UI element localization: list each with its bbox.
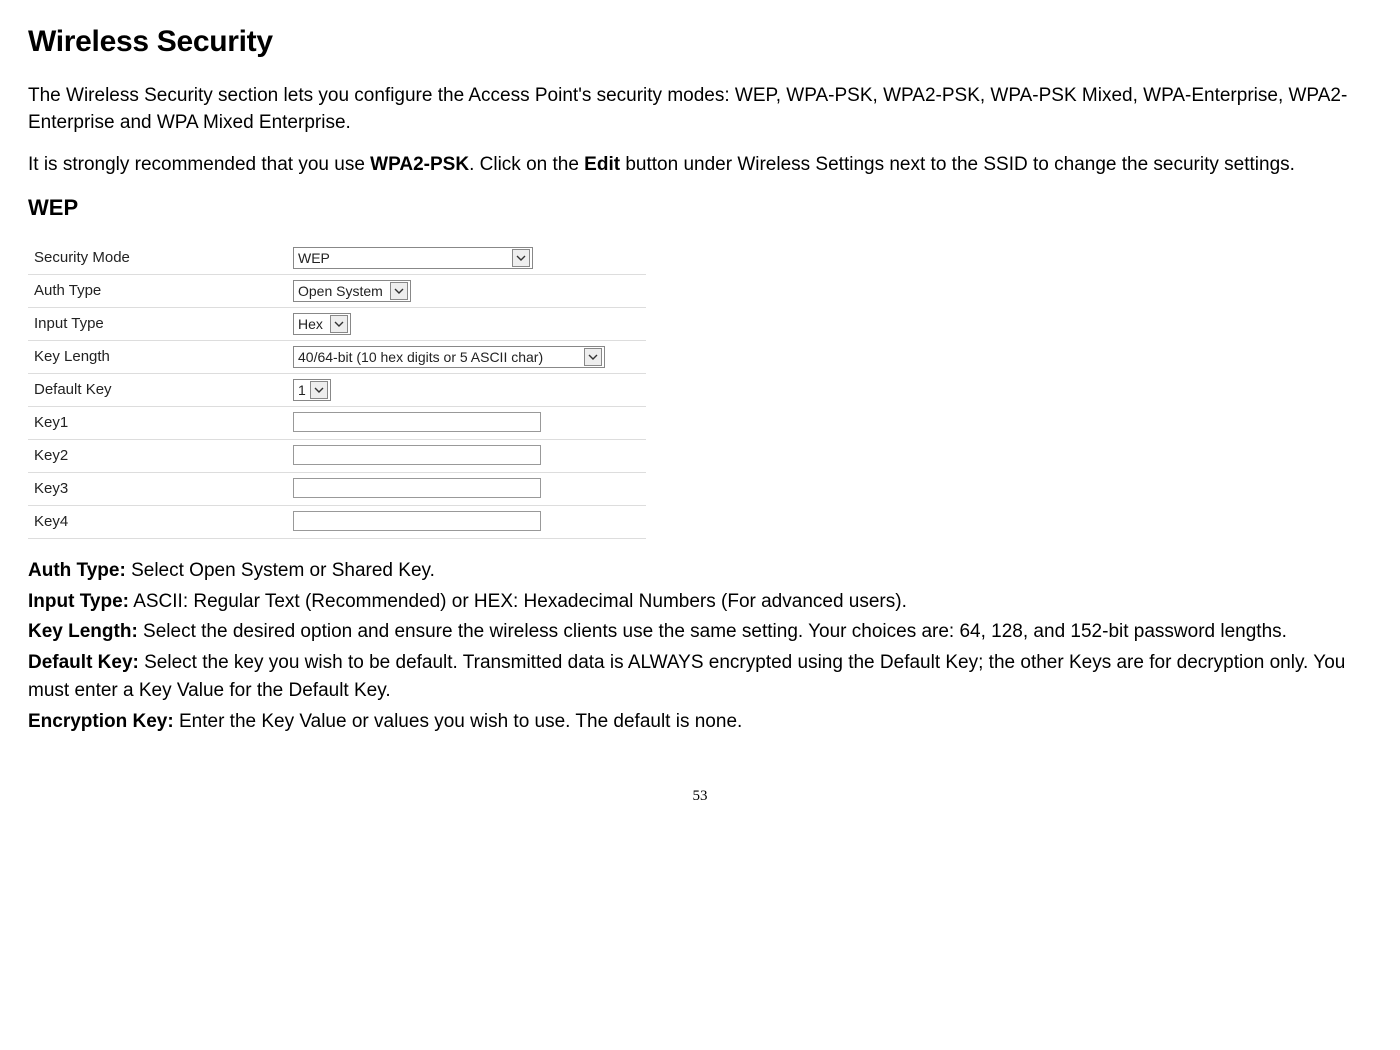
chevron-down-icon: [390, 282, 408, 300]
def-input-type-term: Input Type:: [28, 591, 129, 612]
def-auth-type: Auth Type: Select Open System or Shared …: [28, 557, 1372, 586]
label-key2: Key2: [28, 440, 287, 473]
select-security-mode[interactable]: WEP: [293, 247, 533, 269]
def-key-length: Key Length: Select the desired option an…: [28, 618, 1372, 647]
label-key1: Key1: [28, 407, 287, 440]
label-security-mode: Security Mode: [28, 242, 287, 275]
row-security-mode: Security Mode WEP: [28, 242, 646, 275]
label-key4: Key4: [28, 506, 287, 539]
def-key-length-term: Key Length:: [28, 621, 138, 642]
def-input-type: Input Type: ASCII: Regular Text (Recomme…: [28, 588, 1372, 617]
def-key-length-text: Select the desired option and ensure the…: [138, 621, 1287, 642]
input-key4[interactable]: [293, 511, 541, 531]
chevron-down-icon: [330, 315, 348, 333]
select-security-mode-value: WEP: [298, 249, 330, 267]
row-key-length: Key Length 40/64-bit (10 hex digits or 5…: [28, 341, 646, 374]
select-input-type-value: Hex: [298, 315, 323, 333]
intro-paragraph-2: It is strongly recommended that you use …: [28, 151, 1372, 179]
page-number: 53: [28, 786, 1372, 808]
label-default-key: Default Key: [28, 374, 287, 407]
page-title: Wireless Security: [28, 20, 1372, 64]
row-auth-type: Auth Type Open System: [28, 275, 646, 308]
intro2-post: button under Wireless Settings next to t…: [620, 154, 1295, 175]
select-default-key-value: 1: [298, 381, 306, 399]
select-key-length-value: 40/64-bit (10 hex digits or 5 ASCII char…: [298, 348, 543, 366]
select-auth-type-value: Open System: [298, 282, 383, 300]
def-default-key-text: Select the key you wish to be default. T…: [28, 652, 1345, 702]
input-key1[interactable]: [293, 412, 541, 432]
select-default-key[interactable]: 1: [293, 379, 331, 401]
row-input-type: Input Type Hex: [28, 308, 646, 341]
label-auth-type: Auth Type: [28, 275, 287, 308]
row-key3: Key3: [28, 473, 646, 506]
def-auth-type-term: Auth Type:: [28, 560, 126, 581]
row-key1: Key1: [28, 407, 646, 440]
def-default-key: Default Key: Select the key you wish to …: [28, 649, 1372, 706]
def-auth-type-text: Select Open System or Shared Key.: [126, 560, 435, 581]
intro2-mid: . Click on the: [469, 154, 584, 175]
chevron-down-icon: [512, 249, 530, 267]
select-input-type[interactable]: Hex: [293, 313, 351, 335]
input-key2[interactable]: [293, 445, 541, 465]
intro2-bold-wpa2psk: WPA2-PSK: [370, 154, 469, 175]
def-encryption-key: Encryption Key: Enter the Key Value or v…: [28, 708, 1372, 737]
def-encryption-key-text: Enter the Key Value or values you wish t…: [174, 711, 743, 732]
def-encryption-key-term: Encryption Key:: [28, 711, 174, 732]
row-default-key: Default Key 1: [28, 374, 646, 407]
chevron-down-icon: [584, 348, 602, 366]
chevron-down-icon: [310, 381, 328, 399]
label-key3: Key3: [28, 473, 287, 506]
def-default-key-term: Default Key:: [28, 652, 139, 673]
wep-heading: WEP: [28, 192, 1372, 224]
select-key-length[interactable]: 40/64-bit (10 hex digits or 5 ASCII char…: [293, 346, 605, 368]
intro2-pre: It is strongly recommended that you use: [28, 154, 370, 175]
def-input-type-text: ASCII: Regular Text (Recommended) or HEX…: [129, 591, 907, 612]
row-key2: Key2: [28, 440, 646, 473]
select-auth-type[interactable]: Open System: [293, 280, 411, 302]
wep-config-table: Security Mode WEP Auth Type Open System …: [28, 242, 646, 539]
row-key4: Key4: [28, 506, 646, 539]
definitions-block: Auth Type: Select Open System or Shared …: [28, 557, 1372, 736]
intro-paragraph-1: The Wireless Security section lets you c…: [28, 82, 1372, 137]
label-input-type: Input Type: [28, 308, 287, 341]
intro2-bold-edit: Edit: [584, 154, 620, 175]
input-key3[interactable]: [293, 478, 541, 498]
label-key-length: Key Length: [28, 341, 287, 374]
